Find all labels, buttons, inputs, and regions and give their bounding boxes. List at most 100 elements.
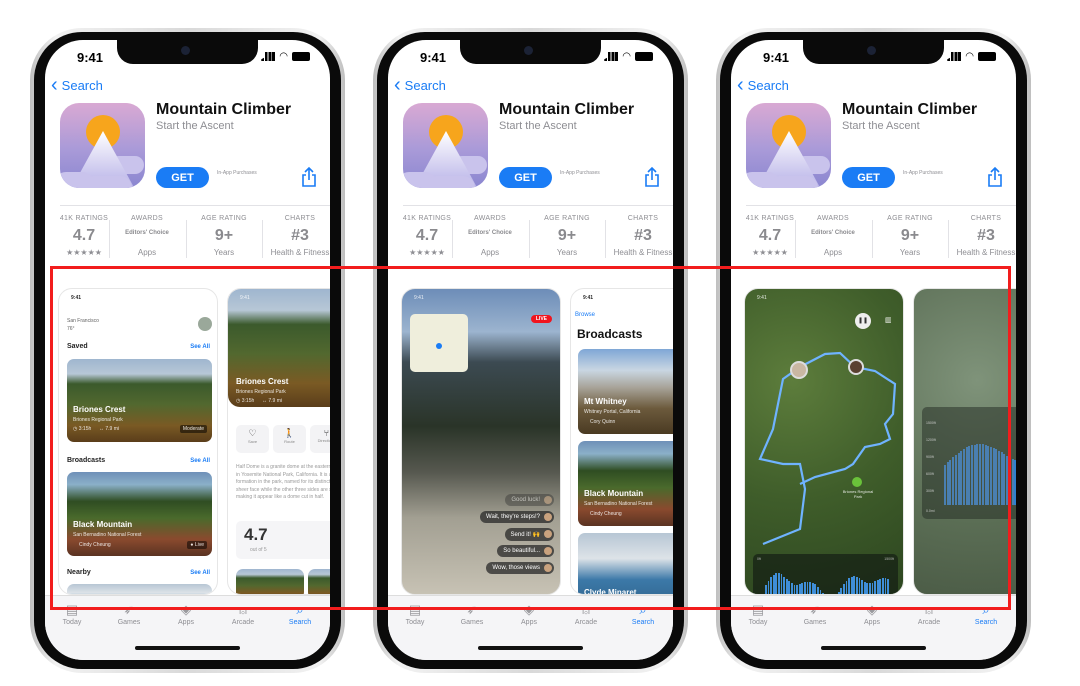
nearby-card[interactable] (67, 584, 212, 594)
today-icon: ▤ (65, 602, 79, 617)
notch (460, 40, 601, 64)
action-route-button[interactable]: 🚶 Route (273, 425, 306, 453)
front-camera (524, 46, 533, 55)
card-subtitle: San Bernadino National Forest (584, 501, 653, 507)
see-all-link[interactable]: See All (190, 570, 210, 576)
trail-card[interactable]: Briones Crest Briones Regional Park ◷ 3:15… (67, 359, 212, 442)
cloud-shape (82, 176, 132, 188)
elevation-bar (992, 448, 995, 505)
axis-label: 900ft (926, 455, 934, 459)
rating-value: #3 (634, 227, 652, 244)
elevation-bar (973, 445, 976, 505)
broadcast-card[interactable]: Black Mountain San Bernadino National For… (67, 472, 212, 556)
see-all-link[interactable]: See All (190, 344, 210, 350)
poi-label: Briones Regional Park (842, 489, 874, 499)
hero-photo: 9:41 Briones Crest Briones Regional Park ◷ … (228, 289, 330, 407)
see-all-link[interactable]: See All (190, 458, 210, 464)
back-button[interactable]: ‹ Search (737, 75, 789, 95)
elevation-bar (984, 445, 987, 505)
trail-park: Briones Regional Park (236, 389, 286, 395)
chevron-left-icon: ‹ (51, 74, 58, 96)
tab-today[interactable]: ▤ Today (390, 602, 440, 626)
elevation-bar (946, 462, 949, 505)
rating-column: CHARTS #3 Health & Fitness (608, 215, 673, 257)
tab-search[interactable]: ⌕ Search (618, 602, 668, 626)
rating-column: CHARTS #3 Health & Fitness (265, 215, 330, 257)
get-button[interactable]: GET (499, 167, 552, 188)
get-button[interactable]: GET (842, 167, 895, 188)
column-divider (186, 220, 187, 258)
elevation-bar (944, 465, 946, 505)
screenshot-1[interactable]: 9:41 San Francisco 76° Saved See All Broadcas… (58, 288, 218, 595)
thumbnail (236, 569, 304, 594)
trail-distance: ↔ 7.9 mi (262, 398, 283, 404)
tab-label: Today (405, 619, 425, 626)
tab-games[interactable]: ➶ Games (447, 602, 497, 626)
editors-choice-badge: Editors' Choice (468, 230, 512, 236)
elevation-bar (957, 453, 960, 505)
broadcast-card[interactable]: Clyde Minaret (578, 533, 673, 594)
rating-column: AGE RATING 9+ Years (875, 215, 945, 257)
action-directions-button[interactable]: ⑂Directions (310, 425, 330, 453)
screenshot-2[interactable]: 9:41 Briones Crest Briones Regional Park ◷ … (227, 288, 330, 595)
rating-column: CHARTS #3 Health & Fitness (951, 215, 1016, 257)
card-user: Cory Quinn (590, 419, 616, 425)
elevation-bar (858, 578, 861, 594)
share-icon[interactable] (643, 166, 661, 188)
action-label: Directions (317, 438, 330, 443)
broadcast-card[interactable]: Mt Whitney Whitney Portal, California Cory… (578, 349, 673, 434)
card-title: Black Mountain (73, 520, 133, 529)
card-distance: ↔ 7.9 mi (99, 426, 120, 432)
screenshot-2[interactable]: 9:41 Browse Broadcasts Mt Whitney Whitney Po… (570, 288, 673, 595)
shot-time: 9:41 (414, 295, 424, 301)
screenshot-1[interactable]: 9:41 LIVE Good luck! Wait, they're steps!? S… (401, 288, 561, 595)
cloud-shape (768, 176, 818, 188)
rating-sub: Years (899, 248, 921, 257)
share-icon[interactable] (986, 166, 1004, 188)
screenshot-1[interactable]: 9:41 ❚❚ ▥ Briones Regional Park 0ft 1500ft (744, 288, 904, 595)
elevation-bar (778, 573, 780, 594)
action-save-button[interactable]: ♡ Save (236, 425, 269, 453)
rating-sub: Health & Fitness (613, 248, 673, 257)
tab-arcade[interactable]: ⍝ Arcade (904, 602, 954, 626)
rating-value: 9+ (214, 227, 234, 244)
chat-message: Wait, they're steps!? (480, 511, 554, 523)
elevation-bar (971, 445, 973, 505)
tab-apps[interactable]: ◈ Apps (847, 602, 897, 626)
tab-games[interactable]: ➶ Games (790, 602, 840, 626)
rating-sub: Years (213, 248, 235, 257)
screenshot-2[interactable]: 1500ft 1200ft 900ft 600ft 300ft 0.0mi (913, 288, 1016, 595)
get-button[interactable]: GET (156, 167, 209, 188)
rocket-icon: ➶ (123, 602, 135, 617)
tab-label: Arcade (917, 619, 941, 626)
tab-label: Arcade (574, 619, 598, 626)
elevation-bar (775, 573, 778, 594)
tab-today[interactable]: ▤ Today (47, 602, 97, 626)
broadcast-card[interactable]: Black Mountain San Bernadino National For… (578, 441, 673, 526)
browse-back-link[interactable]: Browse (575, 312, 595, 318)
wifi-icon: ◠ (279, 51, 288, 62)
chevron-left-icon: ‹ (394, 74, 401, 96)
back-button[interactable]: ‹ Search (394, 74, 446, 96)
editors-choice-badge: Editors' Choice (811, 230, 855, 236)
tab-apps[interactable]: ◈ Apps (161, 602, 211, 626)
rating-sub: Apps (137, 248, 157, 257)
rocket-icon: ➶ (809, 602, 821, 617)
search-icon: ⌕ (296, 602, 304, 617)
tab-arcade[interactable]: ⍝ Arcade (561, 602, 611, 626)
tab-today[interactable]: ▤ Today (733, 602, 783, 626)
share-icon[interactable] (300, 166, 318, 188)
tab-search[interactable]: ⌕ Search (275, 602, 325, 626)
today-icon: ▤ (751, 602, 765, 617)
back-label: Search (404, 78, 446, 93)
tab-arcade[interactable]: ⍝ Arcade (218, 602, 268, 626)
back-button[interactable]: ‹ Search (51, 74, 103, 96)
tab-search[interactable]: ⌕ Search (961, 602, 1011, 626)
difficulty-badge: Moderate (179, 425, 207, 433)
rating-column: AWARDS Editors' Choice Apps (112, 215, 182, 257)
tab-apps[interactable]: ◈ Apps (504, 602, 554, 626)
rating-sub: Health & Fitness (270, 248, 330, 257)
cellular-signal-icon (261, 52, 276, 61)
tab-games[interactable]: ➶ Games (104, 602, 154, 626)
elevation-bar (801, 583, 804, 594)
